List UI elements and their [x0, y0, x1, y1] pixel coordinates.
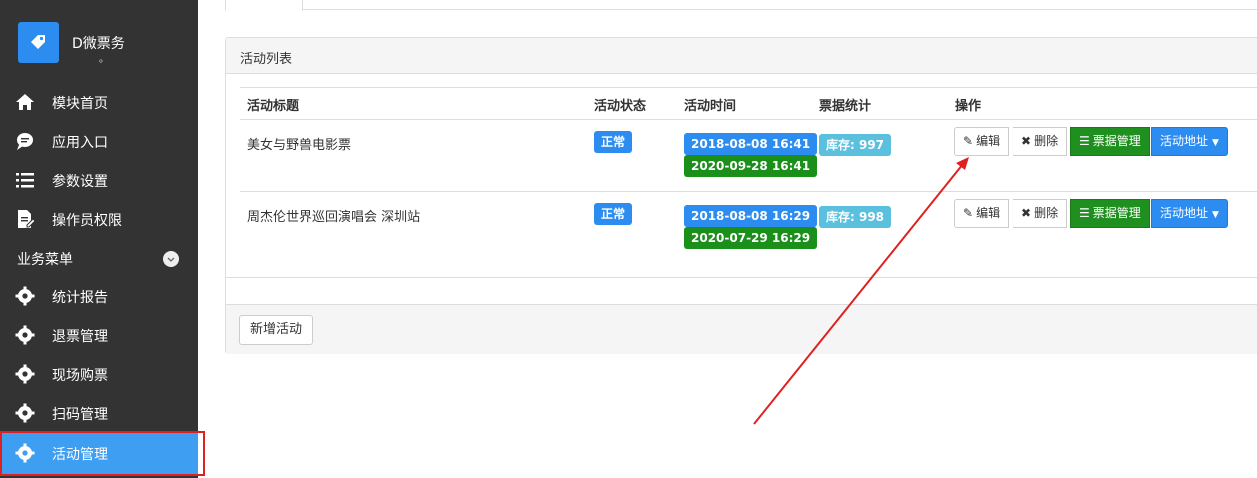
nav-item-onsite-purchase[interactable]: 现场购票 — [0, 354, 198, 393]
column-header-stats: 票据统计 — [819, 99, 872, 114]
nav-item-settings[interactable]: 参数设置 — [0, 160, 198, 199]
tab-active[interactable] — [225, 0, 303, 11]
start-time-badge: 2018-08-08 16:29 — [684, 205, 818, 227]
divider — [240, 191, 1257, 192]
gear-icon — [15, 286, 35, 306]
nav-section-business[interactable]: 业务菜单 — [0, 247, 198, 269]
divider — [240, 87, 1257, 88]
edit-icon: ✎ — [963, 134, 974, 148]
nav-section-label: 业务菜单 — [17, 252, 73, 268]
stock-badge: 库存: 997 — [819, 134, 892, 156]
activity-title: 周杰伦世界巡回演唱会 深圳站 — [247, 210, 421, 225]
caret-down-icon: ▼ — [1212, 138, 1219, 148]
nav-label: 操作员权限 — [52, 213, 122, 229]
end-time-badge: 2020-09-28 16:41 — [684, 155, 818, 177]
chat-icon — [17, 133, 33, 150]
nav-label: 扫码管理 — [52, 407, 108, 423]
ticket-management-button[interactable]: ☰ 票据管理 — [1070, 127, 1150, 156]
chevron-down-icon[interactable] — [163, 251, 179, 267]
edit-button[interactable]: ✎ 编辑 — [954, 127, 1010, 156]
column-header-status: 活动状态 — [594, 99, 647, 114]
nav-item-refund-management[interactable]: 退票管理 — [0, 315, 198, 354]
delete-button[interactable]: ✖ 删除 — [1013, 199, 1068, 228]
activity-list-panel: 活动列表 活动标题 活动状态 活动时间 票据统计 操作 美女与野兽电影票 正常 … — [225, 37, 1257, 354]
nav-label: 应用入口 — [52, 135, 108, 151]
stock-badge: 库存: 998 — [819, 206, 892, 228]
nav-item-stats-report[interactable]: 统计报告 — [0, 276, 198, 315]
gear-icon — [15, 443, 35, 463]
list-icon — [16, 173, 34, 188]
list-icon: ☰ — [1079, 134, 1090, 148]
start-time-badge: 2018-08-08 16:41 — [684, 133, 818, 155]
ticket-management-button[interactable]: ☰ 票据管理 — [1070, 199, 1150, 228]
ticket-logo-icon — [18, 22, 59, 63]
delete-button[interactable]: ✖ 删除 — [1013, 127, 1068, 156]
close-icon: ✖ — [1021, 134, 1032, 148]
home-icon — [16, 94, 34, 110]
status-badge: 正常 — [594, 203, 633, 225]
nav-label: 模块首页 — [52, 96, 108, 112]
nav-label: 退票管理 — [52, 329, 108, 345]
nav-item-scan-management[interactable]: 扫码管理 — [0, 393, 198, 432]
panel-title: 活动列表 — [240, 52, 293, 67]
gear-icon — [15, 325, 35, 345]
nav-item-app-entry[interactable]: 应用入口 — [0, 121, 198, 160]
activity-address-dropdown[interactable]: 活动地址 ▼ — [1151, 199, 1228, 228]
gear-icon — [15, 403, 35, 423]
edit-icon: ✎ — [963, 206, 974, 220]
sidebar: D微票务 。 模块首页 应用入口 参数设置 操作员权限 业务菜单 统计报告 退票… — [0, 0, 198, 478]
nav-label: 现场购票 — [52, 368, 108, 384]
add-activity-button[interactable]: 新增活动 — [239, 315, 314, 345]
nav-label: 参数设置 — [52, 174, 108, 190]
gear-icon — [15, 364, 35, 384]
panel-heading: 活动列表 — [226, 38, 1257, 74]
column-header-time: 活动时间 — [684, 99, 737, 114]
nav-label: 统计报告 — [52, 290, 108, 306]
end-time-badge: 2020-07-29 16:29 — [684, 227, 818, 249]
column-header-actions: 操作 — [955, 99, 982, 114]
divider — [240, 119, 1257, 120]
divider — [226, 277, 1257, 278]
nav-label: 活动管理 — [52, 447, 108, 463]
edit-button[interactable]: ✎ 编辑 — [954, 199, 1010, 228]
status-badge: 正常 — [594, 131, 633, 153]
caret-down-icon: ▼ — [1212, 210, 1219, 220]
activity-title: 美女与野兽电影票 — [247, 138, 352, 153]
brand: D微票务 。 — [18, 22, 198, 66]
nav-item-operator-permissions[interactable]: 操作员权限 — [0, 199, 198, 238]
nav-item-home[interactable]: 模块首页 — [0, 82, 198, 121]
column-header-title: 活动标题 — [247, 99, 300, 114]
brand-subtitle: 。 — [99, 54, 109, 65]
activity-address-dropdown[interactable]: 活动地址 ▼ — [1151, 127, 1228, 156]
panel-footer: 新增活动 — [226, 304, 1257, 354]
nav-item-activity-management[interactable]: 活动管理 — [0, 432, 198, 474]
close-icon: ✖ — [1021, 206, 1032, 220]
tab-bar — [225, 0, 1257, 11]
list-icon: ☰ — [1079, 206, 1090, 220]
edit-doc-icon — [18, 210, 36, 228]
